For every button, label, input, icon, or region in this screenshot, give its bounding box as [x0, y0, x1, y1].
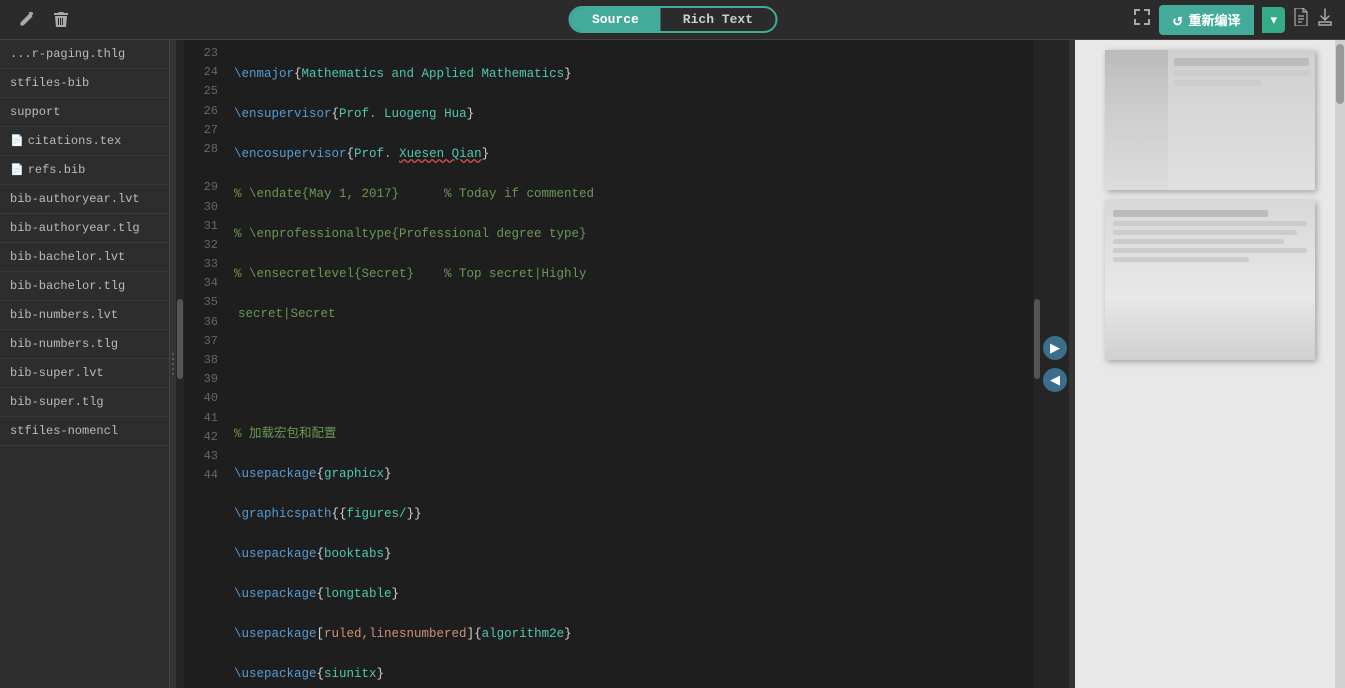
preview-line-3	[1174, 80, 1262, 86]
preview-right-col	[1168, 50, 1315, 190]
code-line-26: % \endate{May 1, 2017} % Today if commen…	[234, 184, 1025, 204]
source-richtext-toggle: Source Rich Text	[568, 6, 777, 33]
download-button[interactable]	[1317, 8, 1333, 31]
richtext-tab[interactable]: Rich Text	[661, 8, 775, 31]
sidebar-item-12[interactable]: bib-super.tlg	[0, 388, 169, 417]
code-line-24: \ensupervisor{Prof. Luogeng Hua}	[234, 104, 1025, 124]
code-line-33: \graphicspath{{figures/}}	[234, 504, 1025, 524]
sidebar-label: citations.tex	[28, 134, 122, 148]
main-content: ...r-paging.thlg stfiles-bib support 📄 c…	[0, 40, 1345, 688]
top-bar-left-actions	[0, 8, 72, 32]
sidebar-item-0[interactable]: ...r-paging.thlg	[0, 40, 169, 69]
preview-line-2	[1174, 70, 1309, 76]
preview-left-col	[1105, 50, 1168, 190]
file-sidebar: ...r-paging.thlg stfiles-bib support 📄 c…	[0, 40, 170, 688]
sidebar-item-7[interactable]: bib-bachelor.lvt	[0, 243, 169, 272]
preview-page-1	[1105, 50, 1315, 190]
preview-scrollbar[interactable]	[1335, 40, 1345, 688]
delete-button[interactable]	[50, 8, 72, 32]
preview-text-line-3	[1113, 230, 1297, 235]
right-scroll-strip	[1033, 40, 1041, 688]
file-icon: 📄	[10, 134, 24, 148]
line-numbers: 23 24 25 26 27 28 29 30 31 32 33 34 35 3…	[184, 40, 226, 688]
preview-page-2-content	[1105, 200, 1315, 360]
left-scroll-strip	[176, 40, 184, 688]
preview-text-line-5	[1113, 248, 1307, 253]
sidebar-label: refs.bib	[28, 163, 86, 177]
source-tab[interactable]: Source	[570, 8, 661, 31]
code-line-35: \usepackage{longtable}	[234, 584, 1025, 604]
sidebar-item-10[interactable]: bib-numbers.tlg	[0, 330, 169, 359]
code-line-34: \usepackage{booktabs}	[234, 544, 1025, 564]
code-line-25: \encosupervisor{Prof. Xuesen Qian}	[234, 144, 1025, 164]
code-line-32: \usepackage{graphicx}	[234, 464, 1025, 484]
sidebar-item-13[interactable]: stfiles-nomencl	[0, 417, 169, 446]
middle-nav-arrows: ▶ ◀	[1041, 40, 1069, 688]
code-line-37: \usepackage{siunitx}	[234, 664, 1025, 684]
preview-text-line-1	[1113, 210, 1268, 217]
edit-button[interactable]	[14, 8, 38, 32]
sidebar-item-3[interactable]: 📄 citations.tex	[0, 127, 169, 156]
sidebar-item-2[interactable]: support	[0, 98, 169, 127]
top-bar: Source Rich Text ↺ 重新编译 ▾	[0, 0, 1345, 40]
retranslate-button[interactable]: ↺ 重新编译	[1159, 5, 1255, 35]
preview-line-1	[1174, 58, 1309, 66]
document-button[interactable]	[1293, 8, 1309, 31]
preview-scroll-thumb	[1336, 44, 1344, 104]
right-scroll-thumb	[1034, 299, 1040, 379]
sidebar-item-8[interactable]: bib-bachelor.tlg	[0, 272, 169, 301]
editor-scroll-area[interactable]: 23 24 25 26 27 28 29 30 31 32 33 34 35 3…	[176, 40, 1041, 688]
left-scroll-thumb	[177, 299, 183, 379]
preview-content	[1075, 40, 1345, 688]
sidebar-item-6[interactable]: bib-authoryear.tlg	[0, 214, 169, 243]
retranslate-label: 重新编译	[1188, 10, 1240, 29]
code-line-28b: secret|Secret	[234, 304, 1025, 324]
sidebar-item-9[interactable]: bib-numbers.lvt	[0, 301, 169, 330]
file-icon: 📄	[10, 163, 24, 177]
preview-page-1-content	[1105, 50, 1315, 190]
navigate-left-button[interactable]: ◀	[1043, 368, 1067, 392]
retranslate-icon: ↺	[1173, 10, 1183, 30]
resize-dots	[172, 353, 174, 375]
top-bar-right-actions: ↺ 重新编译 ▾	[1133, 5, 1345, 35]
retranslate-dropdown[interactable]: ▾	[1262, 7, 1285, 33]
preview-text-line-4	[1113, 239, 1284, 244]
code-line-27: % \enprofessionaltype{Professional degre…	[234, 224, 1025, 244]
sidebar-item-4[interactable]: 📄 refs.bib	[0, 156, 169, 185]
navigate-right-button[interactable]: ▶	[1043, 336, 1067, 360]
sidebar-item-5[interactable]: bib-authoryear.lvt	[0, 185, 169, 214]
code-line-30	[234, 384, 1025, 404]
sidebar-item-1[interactable]: stfiles-bib	[0, 69, 169, 98]
code-line-28a: % \ensecretlevel{Secret} % Top secret|Hi…	[234, 264, 1025, 284]
code-editor-content[interactable]: \enmajor{Mathematics and Applied Mathema…	[226, 40, 1033, 688]
source-editor: 23 24 25 26 27 28 29 30 31 32 33 34 35 3…	[176, 40, 1041, 688]
sidebar-item-11[interactable]: bib-super.lvt	[0, 359, 169, 388]
preview-text-line-6	[1113, 257, 1249, 262]
code-line-36: \usepackage[ruled,linesnumbered]{algorit…	[234, 624, 1025, 644]
preview-text-line-2	[1113, 221, 1307, 226]
code-line-29	[234, 344, 1025, 364]
code-line-31: % 加载宏包和配置	[234, 424, 1025, 444]
expand-button[interactable]	[1133, 8, 1151, 31]
preview-page-2	[1105, 200, 1315, 360]
preview-panel	[1075, 40, 1345, 688]
code-line-23: \enmajor{Mathematics and Applied Mathema…	[234, 64, 1025, 84]
